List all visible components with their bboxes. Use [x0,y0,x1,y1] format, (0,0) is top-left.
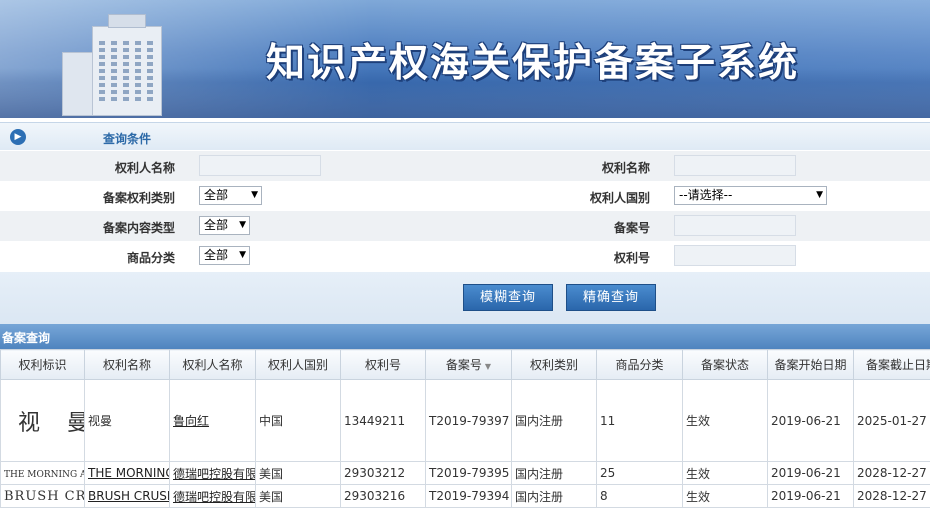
column-header[interactable]: 权利人名称 [169,349,256,380]
sort-icon[interactable]: ▼ [485,362,491,371]
column-header[interactable]: 权利类别 [511,349,597,380]
query-row: 权利人名称 权利名称 [0,151,930,181]
start-date-cell: 2019-06-21 [767,484,854,508]
expand-arrow-icon[interactable]: ▶ [10,129,26,145]
right-no-input[interactable] [674,245,796,266]
column-header-record-no[interactable]: 备案号 ▼ [425,349,512,380]
table-header-row: 权利标识 权利名称 权利人名称 权利人国别 权利号 备案号 ▼ 权利类别 商品分类… [0,349,930,380]
record-no-cell: T2019-79395 [425,461,512,485]
column-header-label: 备案号 [445,358,482,372]
dropdown-arrow-icon: ▼ [239,250,246,260]
holder-name-input[interactable] [199,155,321,176]
goods-class-cell: 8 [596,484,683,508]
end-date-cell: 2028-12-27 [853,461,930,485]
column-header[interactable]: 备案截止日期 [853,349,930,380]
query-row: 备案内容类型 全部 ▼ 备案号 [0,211,930,241]
right-name-link[interactable]: THE MORNING [84,461,170,485]
goods-class-cell: 25 [596,461,683,485]
country-cell: 美国 [255,484,341,508]
record-no-cell: T2019-79394 [425,484,512,508]
table-row[interactable]: THE MORNING AF THE MORNING 德瑞吧控股有限 美国 29… [0,461,930,485]
goods-class-value: 全部 [204,248,229,262]
column-header[interactable]: 权利标识 [0,349,85,380]
right-type-select[interactable]: 全部 ▼ [199,186,262,205]
table-row[interactable]: 视 曼 视曼 鲁向红 中国 13449211 T2019-79397 国内注册 … [0,379,930,462]
end-date-cell: 2025-01-27 [853,379,930,462]
right-no-label: 权利号 [613,251,650,265]
customs-building-image [62,12,177,116]
results-title: 备案查询 [2,331,51,345]
goods-class-select[interactable]: 全部 ▼ [199,246,250,265]
trademark-image: BRUSH CRU [0,484,85,508]
holder-country-select[interactable]: --请选择-- ▼ [674,186,827,205]
status-cell: 生效 [682,461,768,485]
holder-link[interactable]: 鲁向红 [169,379,256,462]
goods-class-cell: 11 [596,379,683,462]
end-date-cell: 2028-12-27 [853,484,930,508]
record-no-cell: T2019-79397 [425,379,512,462]
right-type-label: 备案权利类别 [102,191,175,205]
results-header: 备案查询 [0,324,930,349]
record-no-label: 备案号 [613,221,650,235]
right-no-cell: 29303216 [340,484,426,508]
right-type-cell: 国内注册 [511,461,597,485]
trademark-mark: THE MORNING AF [4,470,85,480]
query-row: 商品分类 全部 ▼ 权利号 [0,241,930,271]
dropdown-arrow-icon: ▼ [816,190,823,200]
holder-link[interactable]: 德瑞吧控股有限 [169,461,256,485]
system-title: 知识产权海关保护备案子系统 [266,40,800,86]
content-type-value: 全部 [204,218,229,232]
column-header[interactable]: 权利名称 [84,349,170,380]
holder-name-label: 权利人名称 [114,161,175,175]
goods-class-label: 商品分类 [126,251,175,265]
query-row: 备案权利类别 全部 ▼ 权利人国别 --请选择-- ▼ [0,181,930,211]
trademark-image: 视 曼 [0,379,85,462]
query-button-bar: 模糊查询 精确查询 [0,272,930,324]
record-no-input[interactable] [674,215,796,236]
content-type-select[interactable]: 全部 ▼ [199,216,250,235]
country-cell: 美国 [255,461,341,485]
column-header[interactable]: 权利号 [340,349,426,380]
start-date-cell: 2019-06-21 [767,461,854,485]
holder-country-label: 权利人国别 [589,191,650,205]
trademark-mark: BRUSH CRU [4,488,84,504]
query-conditions-header: ▶ 查询条件 [0,122,930,150]
content-type-label: 备案内容类型 [102,221,175,235]
right-type-value: 全部 [204,188,229,202]
start-date-cell: 2019-06-21 [767,379,854,462]
status-cell: 生效 [682,484,768,508]
exact-query-button[interactable]: 精确查询 [566,284,656,311]
results-table: 权利标识 权利名称 权利人名称 权利人国别 权利号 备案号 ▼ 权利类别 商品分类… [0,349,930,508]
right-type-cell: 国内注册 [511,379,597,462]
holder-link[interactable]: 德瑞吧控股有限 [169,484,256,508]
fuzzy-query-button[interactable]: 模糊查询 [463,284,553,311]
right-name-link[interactable]: BRUSH CRUSH [84,484,170,508]
dropdown-arrow-icon: ▼ [239,220,246,230]
right-no-cell: 13449211 [340,379,426,462]
right-no-cell: 29303212 [340,461,426,485]
query-conditions-title: 查询条件 [103,132,152,146]
table-row[interactable]: BRUSH CRU BRUSH CRUSH 德瑞吧控股有限 美国 2930321… [0,484,930,508]
header-banner: 知识产权海关保护备案子系统 [0,0,930,118]
holder-country-value: --请选择-- [679,188,733,202]
column-header[interactable]: 商品分类 [596,349,683,380]
right-name-cell: 视曼 [84,379,170,462]
trademark-mark: 视 曼 [18,410,84,436]
right-name-label: 权利名称 [601,161,650,175]
column-header[interactable]: 备案开始日期 [767,349,854,380]
right-type-cell: 国内注册 [511,484,597,508]
country-cell: 中国 [255,379,341,462]
column-header[interactable]: 权利人国别 [255,349,341,380]
dropdown-arrow-icon: ▼ [251,190,258,200]
status-cell: 生效 [682,379,768,462]
trademark-image: THE MORNING AF [0,461,85,485]
column-header[interactable]: 备案状态 [682,349,768,380]
right-name-input[interactable] [674,155,796,176]
